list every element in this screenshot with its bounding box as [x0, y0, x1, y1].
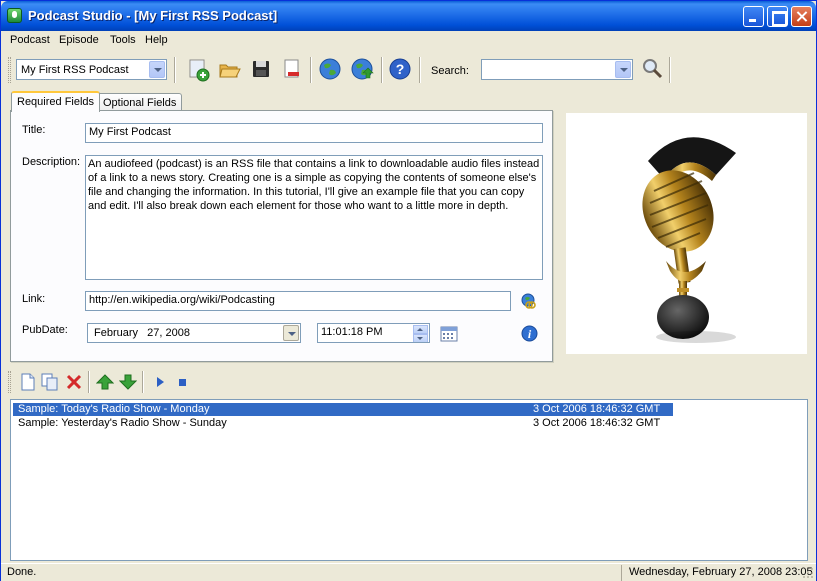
pubdate-date-value: February 27, 2008 [94, 327, 191, 339]
move-up-button[interactable] [95, 373, 115, 391]
delete-podcast-button[interactable] [279, 56, 305, 82]
open-folder-icon [219, 64, 241, 78]
delete-episode-icon [66, 374, 82, 390]
maximize-button[interactable] [767, 6, 788, 27]
resize-grip-icon[interactable] [802, 567, 814, 579]
episode-name: Sample: Today's Radio Show - Monday [18, 403, 210, 415]
search-magnifier-icon [643, 59, 663, 79]
calendar-button[interactable] [440, 325, 458, 342]
open-link-button[interactable] [520, 292, 538, 310]
save-disk-icon [253, 61, 269, 77]
title-label: Title: [22, 124, 46, 136]
microphone-image [642, 137, 736, 343]
title-bar[interactable]: Podcast Studio - [My First RSS Podcast] [1, 1, 816, 31]
link-field[interactable]: http://en.wikipedia.org/wiki/Podcasting [85, 291, 511, 311]
toolbar-grip[interactable] [8, 57, 11, 83]
toolbar-separator [88, 371, 90, 393]
pubdate-label: PubDate: [22, 324, 68, 336]
menu-tools[interactable]: Tools [110, 34, 136, 46]
pubdate-time-value: 11:01:18 PM [321, 326, 383, 338]
save-button[interactable] [248, 56, 274, 82]
time-spinner[interactable] [413, 325, 428, 342]
copy-episode-icon [41, 373, 58, 391]
list-item[interactable]: Sample: Today's Radio Show - Monday 3 Oc… [13, 403, 673, 416]
toolbar-separator [310, 57, 312, 83]
title-field[interactable]: My First Podcast [85, 123, 543, 143]
link-label: Link: [22, 293, 46, 305]
menu-help[interactable]: Help [145, 34, 168, 46]
spin-down-icon[interactable] [413, 334, 428, 342]
help-icon: ? [389, 58, 411, 80]
list-item[interactable]: Sample: Yesterday's Radio Show - Sunday … [13, 417, 673, 430]
play-button[interactable] [152, 373, 170, 391]
episode-date: 3 Oct 2006 18:46:32 GMT [533, 417, 661, 429]
chevron-down-icon[interactable] [615, 61, 631, 78]
search-label: Search: [431, 65, 469, 77]
toolbar-separator [381, 57, 383, 83]
help-button[interactable]: ? [387, 56, 413, 82]
svg-text:?: ? [396, 61, 405, 77]
search-input[interactable] [481, 59, 633, 80]
new-podcast-button[interactable] [185, 56, 211, 82]
episode-toolbar [4, 367, 814, 397]
new-episode-button[interactable] [19, 373, 37, 391]
chevron-down-icon[interactable] [149, 61, 165, 78]
toolbar-separator [669, 57, 671, 83]
spin-up-icon[interactable] [413, 325, 428, 334]
podcast-image[interactable] [566, 113, 807, 354]
new-episode-icon [21, 373, 35, 391]
toolbar-separator [174, 57, 176, 83]
stop-button[interactable] [174, 373, 192, 391]
open-podcast-button[interactable] [216, 56, 242, 82]
podcast-select-value: My First RSS Podcast [21, 64, 129, 76]
podcast-select[interactable]: My First RSS Podcast [16, 59, 167, 80]
description-field[interactable]: An audiofeed (podcast) is an RSS file th… [85, 155, 543, 280]
status-datetime: Wednesday, February 27, 2008 23:05 [621, 565, 813, 581]
globe-link-icon [521, 293, 536, 309]
toolbar-separator [419, 57, 421, 83]
description-label: Description: [22, 156, 81, 168]
minimize-button[interactable] [743, 6, 764, 27]
episode-list[interactable]: Sample: Today's Radio Show - Monday 3 Oc… [10, 399, 808, 561]
move-down-button[interactable] [118, 373, 138, 391]
tab-required-fields[interactable]: Required Fields [11, 91, 101, 112]
episode-name: Sample: Yesterday's Radio Show - Sunday [18, 417, 227, 429]
delete-episode-button[interactable] [65, 373, 83, 391]
menu-bar: Podcast Episode Tools Help [1, 31, 816, 49]
info-button[interactable]: i [521, 325, 538, 342]
main-window: Podcast Studio - [My First RSS Podcast] … [0, 0, 817, 581]
new-podcast-icon [189, 59, 210, 82]
stop-icon [179, 379, 186, 386]
menu-episode[interactable]: Episode [59, 34, 99, 46]
toolbar-grip[interactable] [8, 371, 11, 393]
upload-globe-icon [351, 58, 374, 80]
move-up-icon [95, 374, 115, 390]
calendar-icon [440, 326, 458, 342]
publish-globe-icon [319, 58, 341, 80]
status-bar: Done. Wednesday, February 27, 2008 23:05 [1, 563, 816, 581]
episode-date: 3 Oct 2006 18:46:32 GMT [533, 403, 661, 415]
toolbar-separator [142, 371, 144, 393]
play-icon [157, 377, 164, 387]
main-toolbar: My First RSS Podcast ? Search: [4, 51, 814, 89]
window-title: Podcast Studio - [My First RSS Podcast] [28, 8, 278, 23]
publish-button[interactable] [317, 56, 343, 82]
close-button[interactable] [791, 6, 812, 27]
copy-episode-button[interactable] [41, 373, 59, 391]
info-icon: i [521, 325, 538, 342]
app-icon [7, 8, 22, 23]
move-down-icon [118, 374, 138, 390]
upload-button[interactable] [349, 56, 375, 82]
required-fields-panel: Title: My First Podcast Description: An … [10, 110, 553, 362]
pubdate-time-field[interactable]: 11:01:18 PM [317, 323, 430, 343]
chevron-down-icon[interactable] [283, 325, 299, 341]
delete-document-icon [284, 59, 299, 78]
menu-podcast[interactable]: Podcast [10, 34, 50, 46]
search-button[interactable] [639, 56, 665, 82]
pubdate-date-picker[interactable]: February 27, 2008 [87, 323, 301, 343]
status-text: Done. [7, 566, 37, 578]
